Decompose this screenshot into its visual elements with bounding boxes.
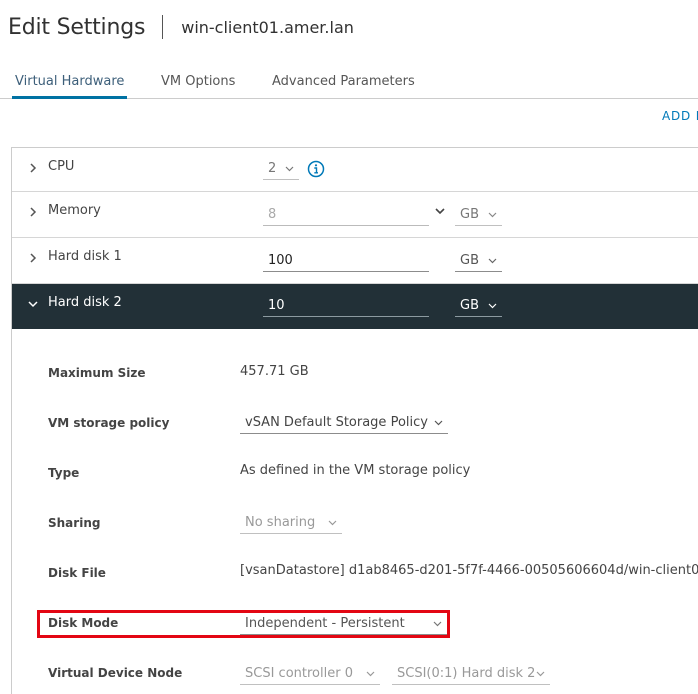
page-header: Edit Settings win-client01.amer.lan [8,11,354,43]
hard-disk-1-unit-select[interactable]: GB [455,248,502,272]
chevron-right-icon[interactable] [26,251,40,265]
hard-disk-2-unit-select[interactable]: GB [455,293,502,317]
hard-disk-1-unit-value: GB [460,253,479,268]
title-separator [162,15,164,39]
disk-file-label: Disk File [48,566,106,580]
disk-file-value: [vsanDatastore] d1ab8465-d201-5f7f-4466-… [240,563,698,578]
hard-disk-1-label: Hard disk 1 [48,249,122,264]
type-label: Type [48,466,80,480]
hardware-row-cpu: CPU 2 [12,148,698,192]
device-controller-value: SCSI controller 0 [245,666,353,681]
caret-down-icon [285,164,294,173]
cpu-count-value: 2 [268,161,277,176]
memory-label: Memory [48,203,101,218]
hard-disk-1-size-input[interactable]: 100 [263,248,429,272]
caret-down-icon [488,210,497,219]
sharing-select[interactable]: No sharing [240,510,342,534]
chevron-right-icon[interactable] [26,205,40,219]
storage-policy-value: vSAN Default Storage Policy [245,415,428,430]
hardware-row-hard-disk-1: Hard disk 1 100 GB [12,238,698,284]
memory-unit-select[interactable]: GB [455,202,502,226]
add-new-device-link[interactable]: ADD N [662,109,698,123]
disk-mode-highlight-box [37,610,450,638]
hard-disk-2-unit-value: GB [460,298,479,313]
tab-vm-options[interactable]: VM Options [161,74,235,99]
max-size-label: Maximum Size [48,366,146,380]
settings-tabs: Virtual Hardware VM Options Advanced Par… [0,66,698,99]
caret-down-icon [328,518,337,527]
tab-advanced-parameters[interactable]: Advanced Parameters [272,74,415,99]
tab-virtual-hardware[interactable]: Virtual Hardware [12,74,128,99]
memory-unit-value: GB [460,207,479,222]
caret-down-icon [434,418,443,427]
caret-down-icon [366,669,375,678]
hard-disk-2-size-input[interactable]: 10 [263,293,429,317]
chevron-down-icon[interactable] [26,297,40,311]
max-size-value: 457.71 GB [240,364,309,379]
storage-policy-label: VM storage policy [48,416,170,430]
caret-down-icon [536,669,545,678]
hardware-row-hard-disk-2[interactable]: Hard disk 2 10 GB [12,284,698,329]
info-circle-icon[interactable] [307,160,325,178]
device-slot-select[interactable]: SCSI(0:1) Hard disk 2 [392,661,550,685]
cpu-label: CPU [48,159,75,174]
chevron-down-icon[interactable] [433,204,447,218]
device-controller-select[interactable]: SCSI controller 0 [240,661,380,685]
hardware-row-memory: Memory 8 GB [12,192,698,238]
page-title: Edit Settings [8,14,146,40]
vm-name: win-client01.amer.lan [181,17,354,37]
hard-disk-2-label: Hard disk 2 [48,295,122,310]
device-node-label: Virtual Device Node [48,666,183,680]
caret-down-icon [488,301,497,310]
sharing-label: Sharing [48,516,101,530]
device-slot-value: SCSI(0:1) Hard disk 2 [397,666,536,681]
type-value: As defined in the VM storage policy [240,463,471,478]
memory-size-input[interactable]: 8 [263,202,429,226]
chevron-right-icon[interactable] [26,161,40,175]
caret-down-icon [488,256,497,265]
cpu-count-select[interactable]: 2 [263,156,299,180]
storage-policy-select[interactable]: vSAN Default Storage Policy [240,410,448,434]
sharing-value: No sharing [245,515,316,530]
